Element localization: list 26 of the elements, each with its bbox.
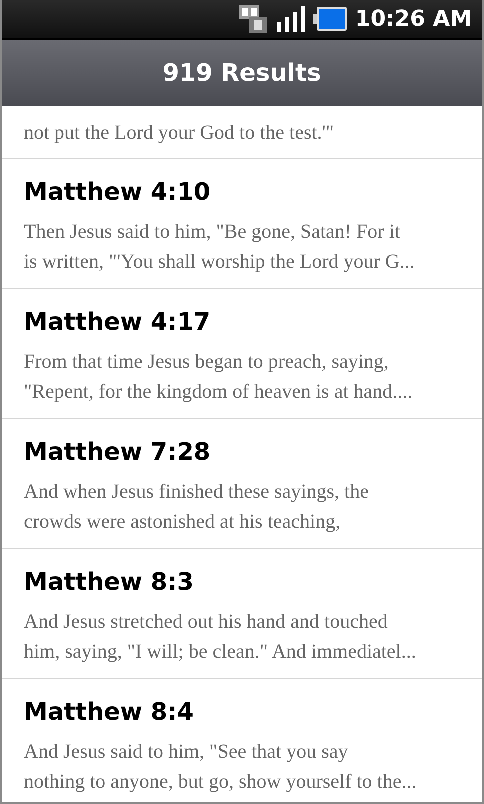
verse-reference: Matthew 8:3 <box>24 567 195 598</box>
verse-text: is written, "'You shall worship the Lord your G... <box>24 250 416 275</box>
verse-text: And Jesus stretched out his hand and touched <box>24 610 389 635</box>
clock-time: 10:26 AM <box>355 6 472 32</box>
verse-reference: Matthew 4:17 <box>24 307 212 338</box>
verse-text: not put the Lord your God to the test.'" <box>24 121 336 146</box>
verse-text: And Jesus said to him, "See that you say <box>24 740 350 765</box>
result-item[interactable]: Matthew 8:4 And Jesus said to him, "See that you say nothing to anyone, but go, show yourself to the... <box>2 679 482 802</box>
verse-text: Then Jesus said to him, "Be gone, Satan! For it <box>24 220 402 245</box>
signal-icon <box>277 6 306 32</box>
verse-reference: Matthew 7:28 <box>24 437 212 468</box>
verse-reference: Matthew 4:10 <box>24 177 212 208</box>
verse-text: crowds were astonished at his teaching, <box>24 510 342 535</box>
results-title: 919 Results <box>162 59 322 87</box>
result-item[interactable]: Matthew 8:3 And Jesus stretched out his hand and touched him, saying, "I will; be clean." And immediatel... <box>2 549 482 679</box>
result-item[interactable]: Matthew 4:17 From that time Jesus began to preach, saying, "Repent, for the kingdom of heaven is at hand.... <box>2 289 482 419</box>
battery-icon <box>313 7 348 31</box>
verse-text: And when Jesus finished these sayings, the <box>24 480 370 505</box>
verse-text: "Repent, for the kingdom of heaven is at hand.... <box>24 380 414 405</box>
verse-text: nothing to anyone, but go, show yourself to the... <box>24 770 418 795</box>
verse-text: him, saying, "I will; be clean." And immediatel... <box>24 640 418 665</box>
verse-text: From that time Jesus began to preach, saying, <box>24 350 390 375</box>
verse-reference: Matthew 8:4 <box>24 697 195 728</box>
result-item[interactable]: not put the Lord your God to the test.'" <box>2 106 482 159</box>
result-item[interactable]: Matthew 4:10 Then Jesus said to him, "Be gone, Satan! For it is written, "'You shall worship the Lord your G... <box>2 159 482 289</box>
result-item[interactable]: Matthew 7:28 And when Jesus finished these sayings, the crowds were astonished at his teaching, <box>2 419 482 549</box>
